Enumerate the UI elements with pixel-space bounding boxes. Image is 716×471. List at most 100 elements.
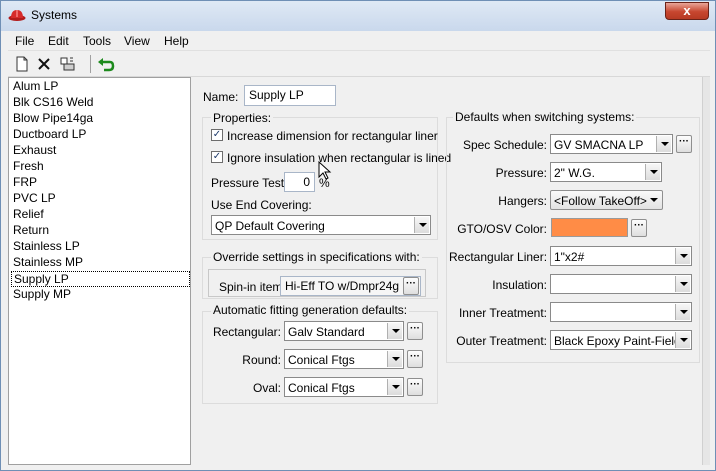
end-covering-value: QP Default Covering — [215, 219, 325, 233]
list-item[interactable]: FRP — [11, 175, 190, 191]
pressure-test-input[interactable]: 0 — [284, 172, 315, 192]
spin-in-label: Spin-in item: — [219, 280, 286, 294]
pressure-test-label: Pressure Test: — [211, 176, 288, 190]
systems-window: Systems x File Edit Tools View Help Alum… — [0, 0, 716, 471]
close-icon: x — [683, 3, 691, 18]
list-item[interactable]: Return — [11, 223, 190, 239]
inner-treatment-dropdown[interactable] — [550, 302, 692, 322]
ellipsis-icon: ··· — [679, 136, 689, 147]
end-covering-dropdown[interactable]: QP Default Covering — [211, 215, 431, 235]
hangers-value: <Follow TakeOff> — [554, 194, 647, 208]
spec-schedule-value: GV SMACNA LP — [554, 138, 644, 152]
mouse-cursor-icon — [318, 161, 332, 180]
gto-color-swatch[interactable] — [551, 218, 628, 237]
undo-green-arrow-icon — [98, 58, 115, 72]
menu-edit[interactable]: Edit — [48, 34, 69, 48]
chevron-down-icon — [414, 217, 429, 233]
name-label: Name: — [203, 90, 239, 104]
spin-in-input[interactable]: Hi-Eff TO w/Dmpr24g — [280, 276, 421, 296]
list-item[interactable]: Alum LP — [11, 79, 190, 95]
hangers-label: Hangers: — [498, 194, 547, 208]
list-item[interactable]: Stainless LP — [11, 239, 190, 255]
properties-button[interactable] — [58, 54, 78, 74]
window-title: Systems — [31, 8, 78, 22]
undo-button[interactable] — [96, 54, 116, 74]
rectangular-label: Rectangular: — [212, 325, 281, 339]
list-item[interactable]: Relief — [11, 207, 190, 223]
list-item[interactable]: Supply MP — [11, 287, 190, 303]
oval-dropdown[interactable]: Conical Ftgs — [284, 377, 404, 397]
insulation-dropdown[interactable] — [550, 274, 692, 294]
rect-liner-value: 1"x2# — [554, 250, 585, 264]
list-item[interactable]: Fresh — [11, 159, 190, 175]
chevron-down-icon — [675, 332, 690, 348]
spec-schedule-browse-button[interactable]: ··· — [676, 135, 692, 153]
ignore-insulation-label: Ignore insulation when rectangular is li… — [227, 151, 452, 165]
title-bar: Systems x — [1, 1, 715, 31]
pressure-value: 2" W.G. — [554, 166, 595, 180]
rectangular-dropdown[interactable]: Galv Standard — [284, 321, 404, 341]
menu-bar: File Edit Tools View Help — [8, 31, 710, 51]
rectangular-value: Galv Standard — [288, 325, 365, 339]
defaults-title: Defaults when switching systems: — [453, 110, 637, 124]
inner-treatment-label: Inner Treatment: — [458, 306, 547, 320]
ellipsis-icon: ··· — [406, 278, 416, 289]
properties-icon — [60, 57, 75, 71]
ellipsis-icon: ··· — [410, 379, 420, 390]
gto-color-browse-button[interactable]: ··· — [631, 219, 647, 237]
ellipsis-icon: ··· — [634, 220, 644, 231]
rect-liner-dropdown[interactable]: 1"x2# — [550, 246, 692, 266]
list-item[interactable]: Blk CS16 Weld — [11, 95, 190, 111]
oval-label: Oval: — [252, 381, 281, 395]
ignore-insulation-checkbox[interactable]: ✓ — [211, 151, 223, 163]
close-button[interactable]: x — [665, 2, 709, 20]
oval-browse-button[interactable]: ··· — [407, 378, 423, 396]
chevron-down-icon — [675, 248, 690, 264]
round-dropdown[interactable]: Conical Ftgs — [284, 349, 404, 369]
spec-schedule-dropdown[interactable]: GV SMACNA LP — [550, 134, 673, 154]
name-input[interactable]: Supply LP — [244, 85, 336, 106]
round-label: Round: — [242, 353, 281, 367]
outer-treatment-value: Black Epoxy Paint-Field — [554, 334, 681, 348]
menu-help[interactable]: Help — [164, 34, 189, 48]
systems-list[interactable]: Alum LP Blk CS16 Weld Blow Pipe14ga Duct… — [8, 77, 191, 465]
new-button[interactable] — [12, 54, 32, 74]
delete-x-icon — [38, 58, 50, 70]
list-item[interactable]: Blow Pipe14ga — [11, 111, 190, 127]
spin-in-browse-button[interactable]: ··· — [403, 277, 419, 295]
override-title: Override settings in specifications with… — [211, 250, 422, 264]
hangers-dropdown[interactable]: <Follow TakeOff> — [550, 190, 663, 210]
pressure-dropdown[interactable]: 2" W.G. — [550, 162, 662, 182]
menu-view[interactable]: View — [124, 34, 150, 48]
list-item[interactable]: Stainless MP — [11, 255, 190, 271]
increase-dimension-label: Increase dimension for rectangular liner — [227, 129, 438, 143]
round-browse-button[interactable]: ··· — [407, 350, 423, 368]
outer-treatment-dropdown[interactable]: Black Epoxy Paint-Field — [550, 330, 692, 350]
chevron-down-icon — [675, 304, 690, 320]
chevron-down-icon — [387, 351, 402, 367]
list-item[interactable]: PVC LP — [11, 191, 190, 207]
menu-file[interactable]: File — [15, 34, 34, 48]
chevron-down-icon — [656, 136, 671, 152]
auto-fitting-title: Automatic fitting generation defaults: — [211, 303, 410, 317]
properties-title: Properties: — [211, 111, 274, 125]
outer-treatment-label: Outer Treatment: — [456, 334, 547, 348]
pressure-label: Pressure: — [495, 166, 547, 180]
chevron-down-icon — [675, 276, 690, 292]
round-value: Conical Ftgs — [288, 353, 355, 367]
use-end-covering-label: Use End Covering: — [211, 198, 312, 212]
rectangular-browse-button[interactable]: ··· — [407, 322, 423, 340]
vertical-scrollbar[interactable] — [702, 77, 710, 465]
increase-dimension-checkbox[interactable]: ✓ — [211, 129, 223, 141]
delete-button[interactable] — [34, 54, 54, 74]
list-item[interactable]: Ductboard LP — [11, 127, 190, 143]
chevron-down-icon — [645, 164, 660, 180]
chevron-down-icon — [646, 192, 661, 208]
chevron-down-icon — [387, 379, 402, 395]
ellipsis-icon: ··· — [410, 351, 420, 362]
menu-tools[interactable]: Tools — [83, 34, 111, 48]
list-item-selected[interactable]: Supply LP — [11, 271, 190, 287]
list-item[interactable]: Exhaust — [11, 143, 190, 159]
spec-schedule-label: Spec Schedule: — [462, 138, 547, 152]
chevron-down-icon — [387, 323, 402, 339]
